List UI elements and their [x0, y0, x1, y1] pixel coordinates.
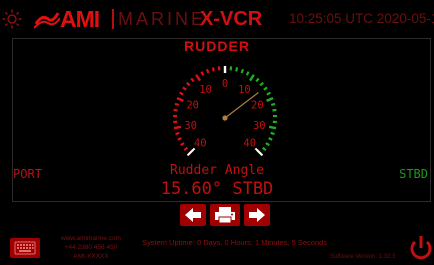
gauge-tick	[186, 81, 191, 87]
brand-logo: AMI	[60, 6, 100, 32]
company-info: www.amimarine.com +44 2380 456 450 AMI-X…	[46, 234, 136, 261]
gauge-tick	[270, 131, 275, 136]
gauge-tick	[266, 91, 271, 96]
gauge-tick	[179, 91, 184, 96]
system-uptime: System Uptime: 0 Days, 0 Hours, 1 Minute…	[142, 238, 328, 247]
gauge-tick	[268, 137, 273, 141]
power-icon[interactable]	[408, 231, 434, 265]
sun-icon[interactable]	[2, 9, 22, 29]
arrow-right-icon	[249, 208, 265, 222]
arrow-left-icon	[185, 208, 201, 222]
gauge-tick	[249, 74, 255, 82]
gauge-tick	[235, 67, 239, 72]
gauge-tick-label: 20	[186, 100, 199, 112]
gauge-tick	[259, 81, 264, 87]
keyboard-button[interactable]	[10, 238, 40, 258]
gauge-tick	[174, 102, 180, 107]
gauge-tick-label: 0	[222, 78, 228, 90]
printer-icon	[215, 207, 235, 224]
logo-waves-icon	[34, 12, 60, 29]
gauge-tick-label: 40	[194, 138, 207, 150]
gauge-tick	[173, 125, 182, 130]
gauge-tick	[205, 68, 210, 74]
gauge-tick	[173, 108, 178, 112]
gauge-tick	[183, 146, 188, 152]
keyboard-icon	[14, 241, 36, 255]
gauge-hub	[222, 115, 228, 121]
print-button[interactable]	[210, 204, 240, 226]
gauge-tick	[180, 142, 185, 147]
phone-number: +44 2380 456 450	[64, 244, 118, 251]
gauge-tick-label: 40	[243, 138, 256, 150]
header-bar: AMI MARINE X-VCR 10:25:05 UTC 2020-05-14	[0, 0, 434, 38]
footer-bar: www.amimarine.com +44 2380 456 450 AMI-X…	[0, 230, 434, 265]
rudder-gauge: 40302010 0 10203040	[172, 66, 278, 157]
gauge-tick	[255, 77, 260, 83]
gauge-tick-label: 30	[184, 120, 197, 132]
gauge-tick-label: 10	[238, 84, 251, 96]
gauge-tick	[268, 125, 277, 130]
gauge-tick-label: 10	[199, 84, 212, 96]
gauge-tick	[176, 96, 184, 102]
website-link[interactable]: www.amimarine.com	[46, 234, 136, 243]
gauge-tick	[245, 71, 250, 76]
rudder-angle-label: Rudder Angle	[170, 163, 264, 178]
gauge-end-cap	[254, 147, 264, 157]
software-version: Software Version: 1.33.3	[330, 254, 396, 260]
gauge-tick	[266, 96, 274, 102]
gauge-tick	[182, 86, 187, 91]
gauge-tick	[175, 131, 180, 136]
gauge-tick	[211, 67, 215, 72]
app-title: X-VCR	[200, 8, 263, 30]
gauge-tick	[240, 68, 245, 74]
gauge-tick	[200, 71, 205, 76]
logo-divider	[112, 9, 114, 29]
clock: 10:25:05 UTC 2020-05-14	[289, 11, 434, 26]
gauge-tick	[265, 142, 270, 147]
gauge-tick-label: 20	[251, 100, 264, 112]
gauge-tick	[263, 86, 268, 91]
next-button[interactable]	[244, 204, 270, 226]
gauge-tick	[177, 137, 182, 141]
gauge-tick	[272, 108, 277, 112]
device-code: AMI-XXXXX	[73, 253, 109, 260]
gauge-tick	[270, 102, 276, 107]
gauge-tick	[190, 77, 195, 83]
rudder-angle-value: 15.60° STBD	[160, 179, 274, 199]
gauge-tick	[195, 74, 201, 82]
gauge-tick-label: 30	[253, 120, 266, 132]
gauge-tick	[262, 146, 267, 152]
previous-button[interactable]	[180, 204, 206, 226]
brand-subtitle: MARINE	[118, 9, 207, 29]
